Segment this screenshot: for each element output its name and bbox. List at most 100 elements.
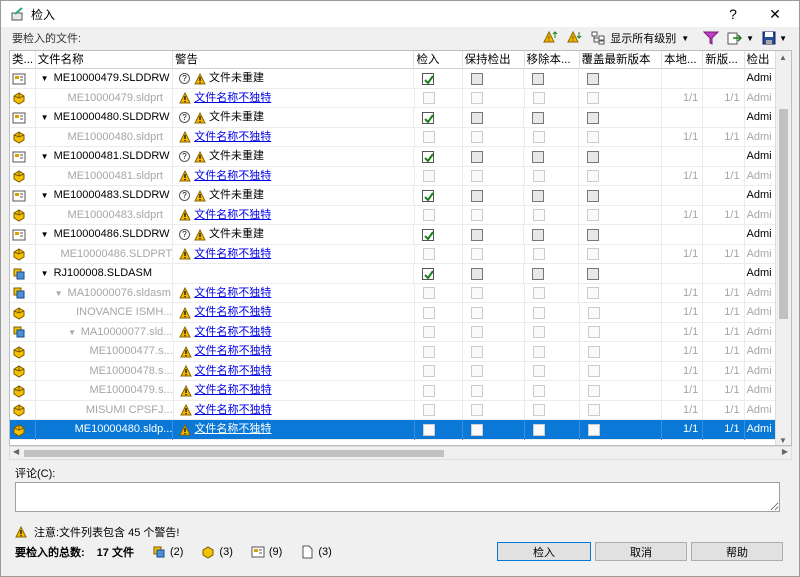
warning-text[interactable]: 文件名称不独特 [194, 284, 271, 303]
remove-local-checkbox[interactable] [532, 267, 545, 280]
overwrite-latest-checkbox[interactable] [587, 72, 600, 85]
checkin-checkbox[interactable] [422, 267, 435, 280]
overwrite-latest-cell[interactable] [579, 166, 662, 186]
overwrite-latest-cell[interactable] [580, 361, 662, 381]
close-button[interactable]: ✕ [757, 1, 793, 27]
checkin-cell[interactable] [415, 400, 463, 420]
checkin-checkbox[interactable] [422, 131, 435, 144]
table-row[interactable]: INOVANCE ISMH... 文件名称不独特 1/1 1/1 Admi [10, 303, 777, 323]
remove-local-cell[interactable] [525, 303, 580, 323]
keep-checkout-checkbox[interactable] [470, 384, 483, 397]
checkin-checkbox[interactable] [422, 287, 435, 300]
remove-local-checkbox[interactable] [532, 189, 545, 202]
keep-checkout-checkbox[interactable] [470, 267, 483, 280]
checkin-cell[interactable] [415, 244, 463, 264]
comment-input[interactable] [15, 482, 780, 512]
table-row[interactable]: ▼ ME10000483.SLDDRW? 文件未重建 Admi [10, 186, 776, 206]
filename-cell[interactable]: ME10000478.s... [36, 361, 174, 381]
column-header-5[interactable]: 移除本... [525, 51, 580, 69]
column-header-6[interactable]: 覆盖最新版本 [580, 51, 662, 69]
scroll-right-icon[interactable]: ▶ [782, 447, 788, 456]
checkin-cell[interactable] [415, 283, 463, 303]
remove-local-checkbox[interactable] [532, 306, 545, 319]
overwrite-latest-checkbox[interactable] [587, 209, 600, 222]
filename-cell[interactable]: ME10000486.SLDPRT [36, 244, 174, 264]
table-row[interactable]: ME10000479.sldprt 文件名称不独特 1/1 1/1 Admi [10, 88, 776, 108]
remove-local-cell[interactable] [524, 147, 580, 167]
checkin-checkbox[interactable] [422, 326, 435, 339]
overwrite-latest-checkbox[interactable] [587, 267, 600, 280]
keep-checkout-cell[interactable] [463, 303, 525, 323]
filename-cell[interactable]: ▼ RJ100008.SLDASM [36, 264, 173, 284]
remove-local-checkbox[interactable] [532, 150, 545, 163]
remove-local-cell[interactable] [525, 127, 580, 147]
remove-local-checkbox[interactable] [532, 365, 545, 378]
keep-checkout-cell[interactable] [463, 186, 525, 206]
keep-checkout-checkbox[interactable] [470, 150, 483, 163]
remove-local-cell[interactable] [525, 244, 580, 264]
overwrite-latest-checkbox[interactable] [587, 365, 600, 378]
overwrite-latest-cell[interactable] [579, 244, 662, 264]
keep-checkout-checkbox[interactable] [470, 326, 483, 339]
filename-cell[interactable]: ▼ MA10000076.sldasm [36, 283, 174, 303]
remove-local-checkbox[interactable] [532, 326, 545, 339]
keep-checkout-cell[interactable] [463, 205, 525, 225]
keep-checkout-cell[interactable] [463, 420, 525, 440]
checkin-checkbox[interactable] [422, 170, 435, 183]
checkin-checkbox[interactable] [422, 228, 435, 241]
keep-checkout-cell[interactable] [463, 69, 525, 89]
remove-local-checkbox[interactable] [532, 111, 545, 124]
checkin-cell[interactable] [415, 127, 463, 147]
checkin-checkbox[interactable] [422, 209, 435, 222]
keep-checkout-cell[interactable] [463, 225, 525, 245]
expand-chevron-icon[interactable]: ▼ [40, 264, 50, 283]
expand-chevron-icon[interactable]: ▼ [40, 69, 50, 88]
keep-checkout-checkbox[interactable] [470, 248, 483, 261]
checkin-checkbox[interactable] [422, 404, 435, 417]
filename-cell[interactable]: ▼ MA10000077.sld... [36, 322, 174, 342]
filename-cell[interactable]: ▼ ME10000481.SLDDRW [36, 147, 173, 167]
checkin-checkbox[interactable] [422, 384, 435, 397]
filename-cell[interactable]: MISUMI CPSFJ... [36, 400, 174, 420]
table-row[interactable]: ▼ ME10000486.SLDDRW? 文件未重建 Admi [10, 225, 776, 245]
remove-local-cell[interactable] [524, 69, 580, 89]
overwrite-latest-checkbox[interactable] [587, 306, 600, 319]
checkin-checkbox[interactable] [422, 306, 435, 319]
warning-text[interactable]: 文件名称不独特 [195, 381, 272, 400]
keep-checkout-cell[interactable] [463, 342, 525, 362]
checkin-cell[interactable] [414, 264, 463, 284]
keep-checkout-cell[interactable] [463, 244, 525, 264]
overwrite-latest-cell[interactable] [579, 225, 662, 245]
show-levels-dropdown[interactable]: 显示所有级别 ▼ [588, 28, 692, 48]
remove-local-checkbox[interactable] [532, 170, 545, 183]
warning-down-button[interactable]: ! [564, 28, 586, 48]
filename-cell[interactable]: ME10000479.sldprt [36, 88, 174, 108]
filter-button[interactable] [700, 28, 722, 48]
remove-local-cell[interactable] [525, 205, 580, 225]
remove-local-cell[interactable] [525, 342, 580, 362]
keep-checkout-checkbox[interactable] [470, 131, 483, 144]
remove-local-checkbox[interactable] [532, 209, 545, 222]
remove-local-checkbox[interactable] [532, 384, 545, 397]
filename-cell[interactable]: ME10000479.s... [36, 381, 174, 401]
expand-chevron-icon[interactable]: ▼ [40, 108, 50, 127]
warning-text[interactable]: 文件名称不独特 [194, 89, 271, 108]
expand-chevron-icon[interactable]: ▼ [68, 323, 77, 342]
table-row[interactable]: ME10000480.sldp... 文件名称不独特 1/1 1/1 Admi [10, 420, 777, 440]
remove-local-cell[interactable] [525, 361, 580, 381]
checkin-cell[interactable] [415, 361, 463, 381]
remove-local-cell[interactable] [525, 420, 580, 440]
overwrite-latest-checkbox[interactable] [587, 150, 600, 163]
warning-text[interactable]: 文件名称不独特 [194, 245, 271, 264]
checkin-cell[interactable] [415, 303, 463, 323]
expand-chevron-icon[interactable]: ▼ [40, 186, 50, 205]
remove-local-checkbox[interactable] [532, 72, 545, 85]
checkin-cell[interactable] [415, 381, 463, 401]
filename-cell[interactable]: ▼ ME10000486.SLDDRW [36, 225, 173, 245]
keep-checkout-checkbox[interactable] [470, 404, 483, 417]
keep-checkout-cell[interactable] [463, 147, 525, 167]
keep-checkout-checkbox[interactable] [470, 111, 483, 124]
remove-local-cell[interactable] [525, 166, 580, 186]
overwrite-latest-checkbox[interactable] [587, 248, 600, 261]
remove-local-cell[interactable] [524, 225, 580, 245]
